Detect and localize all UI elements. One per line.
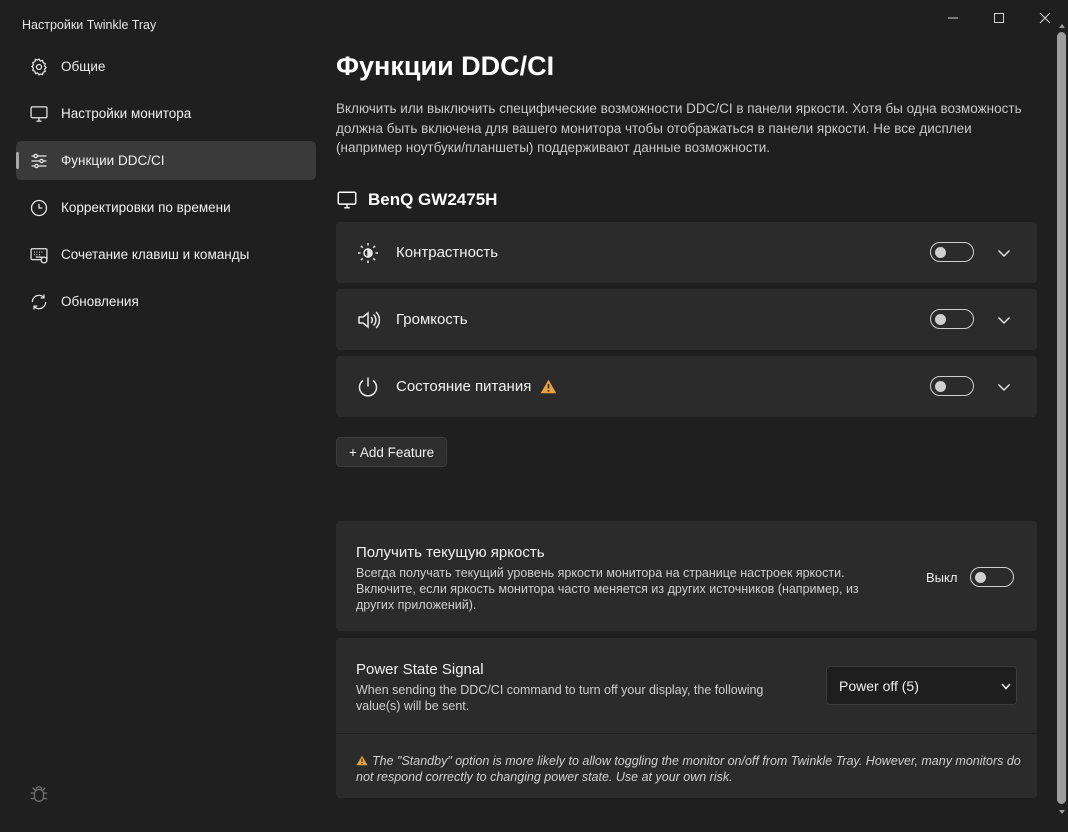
- sidebar-item-label: Сочетание клавиш и команды: [61, 247, 250, 262]
- power-icon: [358, 377, 378, 397]
- bug-icon[interactable]: [28, 783, 50, 805]
- feature-label: Состояние питания: [396, 378, 557, 395]
- scroll-down-arrow-icon[interactable]: [1058, 808, 1066, 816]
- get-brightness-toggle[interactable]: [970, 567, 1014, 587]
- keyboard-icon: [28, 244, 50, 266]
- volume-toggle[interactable]: [930, 309, 974, 329]
- divider: [336, 733, 1037, 734]
- volume-icon: [358, 311, 380, 329]
- setting-title: Power State Signal: [356, 661, 484, 678]
- sliders-icon: [28, 150, 50, 172]
- feature-card-contrast: Контрастность: [336, 222, 1037, 283]
- contrast-icon: [358, 243, 378, 263]
- sidebar-item-updates[interactable]: Обновления: [16, 282, 316, 321]
- warning-icon: [541, 379, 557, 394]
- scroll-up-arrow-icon[interactable]: [1058, 22, 1066, 30]
- minimize-button[interactable]: [930, 0, 976, 36]
- chevron-down-icon: [1001, 683, 1011, 690]
- chevron-down-icon[interactable]: [996, 245, 1012, 261]
- sidebar-item-label: Настройки монитора: [61, 106, 192, 121]
- scrollbar[interactable]: [1057, 32, 1066, 804]
- monitor-icon: [337, 191, 357, 209]
- page-description: Включить или выключить специфические воз…: [336, 101, 1022, 155]
- setting-description: When sending the DDC/CI command to turn …: [356, 683, 764, 713]
- power-state-select[interactable]: Power off (5): [826, 666, 1017, 705]
- select-value: Power off (5): [839, 677, 919, 694]
- sidebar-item-label: Обновления: [61, 294, 139, 309]
- sidebar-item-label: Общие: [61, 59, 106, 74]
- scrollbar-thumb[interactable]: [1057, 32, 1066, 804]
- power-state-signal-card: Power State Signal When sending the DDC/…: [336, 638, 1037, 798]
- feature-label: Контрастность: [396, 244, 499, 261]
- page-title: Функции DDC/CI: [336, 51, 555, 81]
- setting-description: Всегда получать текущий уровень яркости …: [356, 566, 859, 612]
- toggle-state-label: Выкл: [926, 570, 958, 585]
- add-feature-button[interactable]: + Add Feature: [336, 437, 448, 467]
- power-state-toggle[interactable]: [930, 376, 974, 396]
- power-state-warning: The "Standby" option is more likely to a…: [356, 753, 1026, 785]
- monitor-heading: BenQ GW2475H: [336, 189, 497, 211]
- maximize-button[interactable]: [976, 0, 1022, 36]
- sidebar-item-time-adjustments[interactable]: Корректировки по времени: [16, 188, 316, 227]
- feature-label: Громкость: [396, 311, 468, 328]
- sidebar: Общие Настройки монитора Функции DDC/CI …: [16, 47, 316, 329]
- warning-text: The "Standby" option is more likely to a…: [356, 754, 1021, 784]
- sidebar-item-label: Корректировки по времени: [61, 200, 231, 215]
- sidebar-item-ddcci-features[interactable]: Функции DDC/CI: [16, 141, 316, 180]
- app-title: Настройки Twinkle Tray: [22, 18, 157, 32]
- maximize-icon: [994, 13, 1004, 23]
- clock-icon: [28, 197, 50, 219]
- chevron-down-icon[interactable]: [996, 379, 1012, 395]
- setting-title: Получить текущую яркость: [356, 544, 545, 561]
- close-button[interactable]: [1022, 0, 1068, 36]
- sidebar-item-monitor-settings[interactable]: Настройки монитора: [16, 94, 316, 133]
- window-controls: [930, 0, 1068, 36]
- refresh-icon: [28, 291, 50, 313]
- sidebar-item-general[interactable]: Общие: [16, 47, 316, 86]
- gear-icon: [28, 56, 50, 78]
- close-icon: [1039, 12, 1051, 24]
- chevron-down-icon[interactable]: [996, 312, 1012, 328]
- minimize-icon: [948, 17, 958, 19]
- contrast-toggle[interactable]: [930, 242, 974, 262]
- sidebar-item-label: Функции DDC/CI: [61, 153, 165, 168]
- feature-card-volume: Громкость: [336, 289, 1037, 350]
- monitor-icon: [28, 103, 50, 125]
- feature-card-power-state: Состояние питания: [336, 356, 1037, 417]
- get-brightness-card: Получить текущую яркость Всегда получать…: [336, 521, 1037, 631]
- monitor-name: BenQ GW2475H: [368, 190, 498, 209]
- sidebar-item-hotkeys[interactable]: Сочетание клавиш и команды: [16, 235, 316, 274]
- warning-icon: [356, 755, 368, 766]
- feature-label-text: Состояние питания: [396, 378, 532, 395]
